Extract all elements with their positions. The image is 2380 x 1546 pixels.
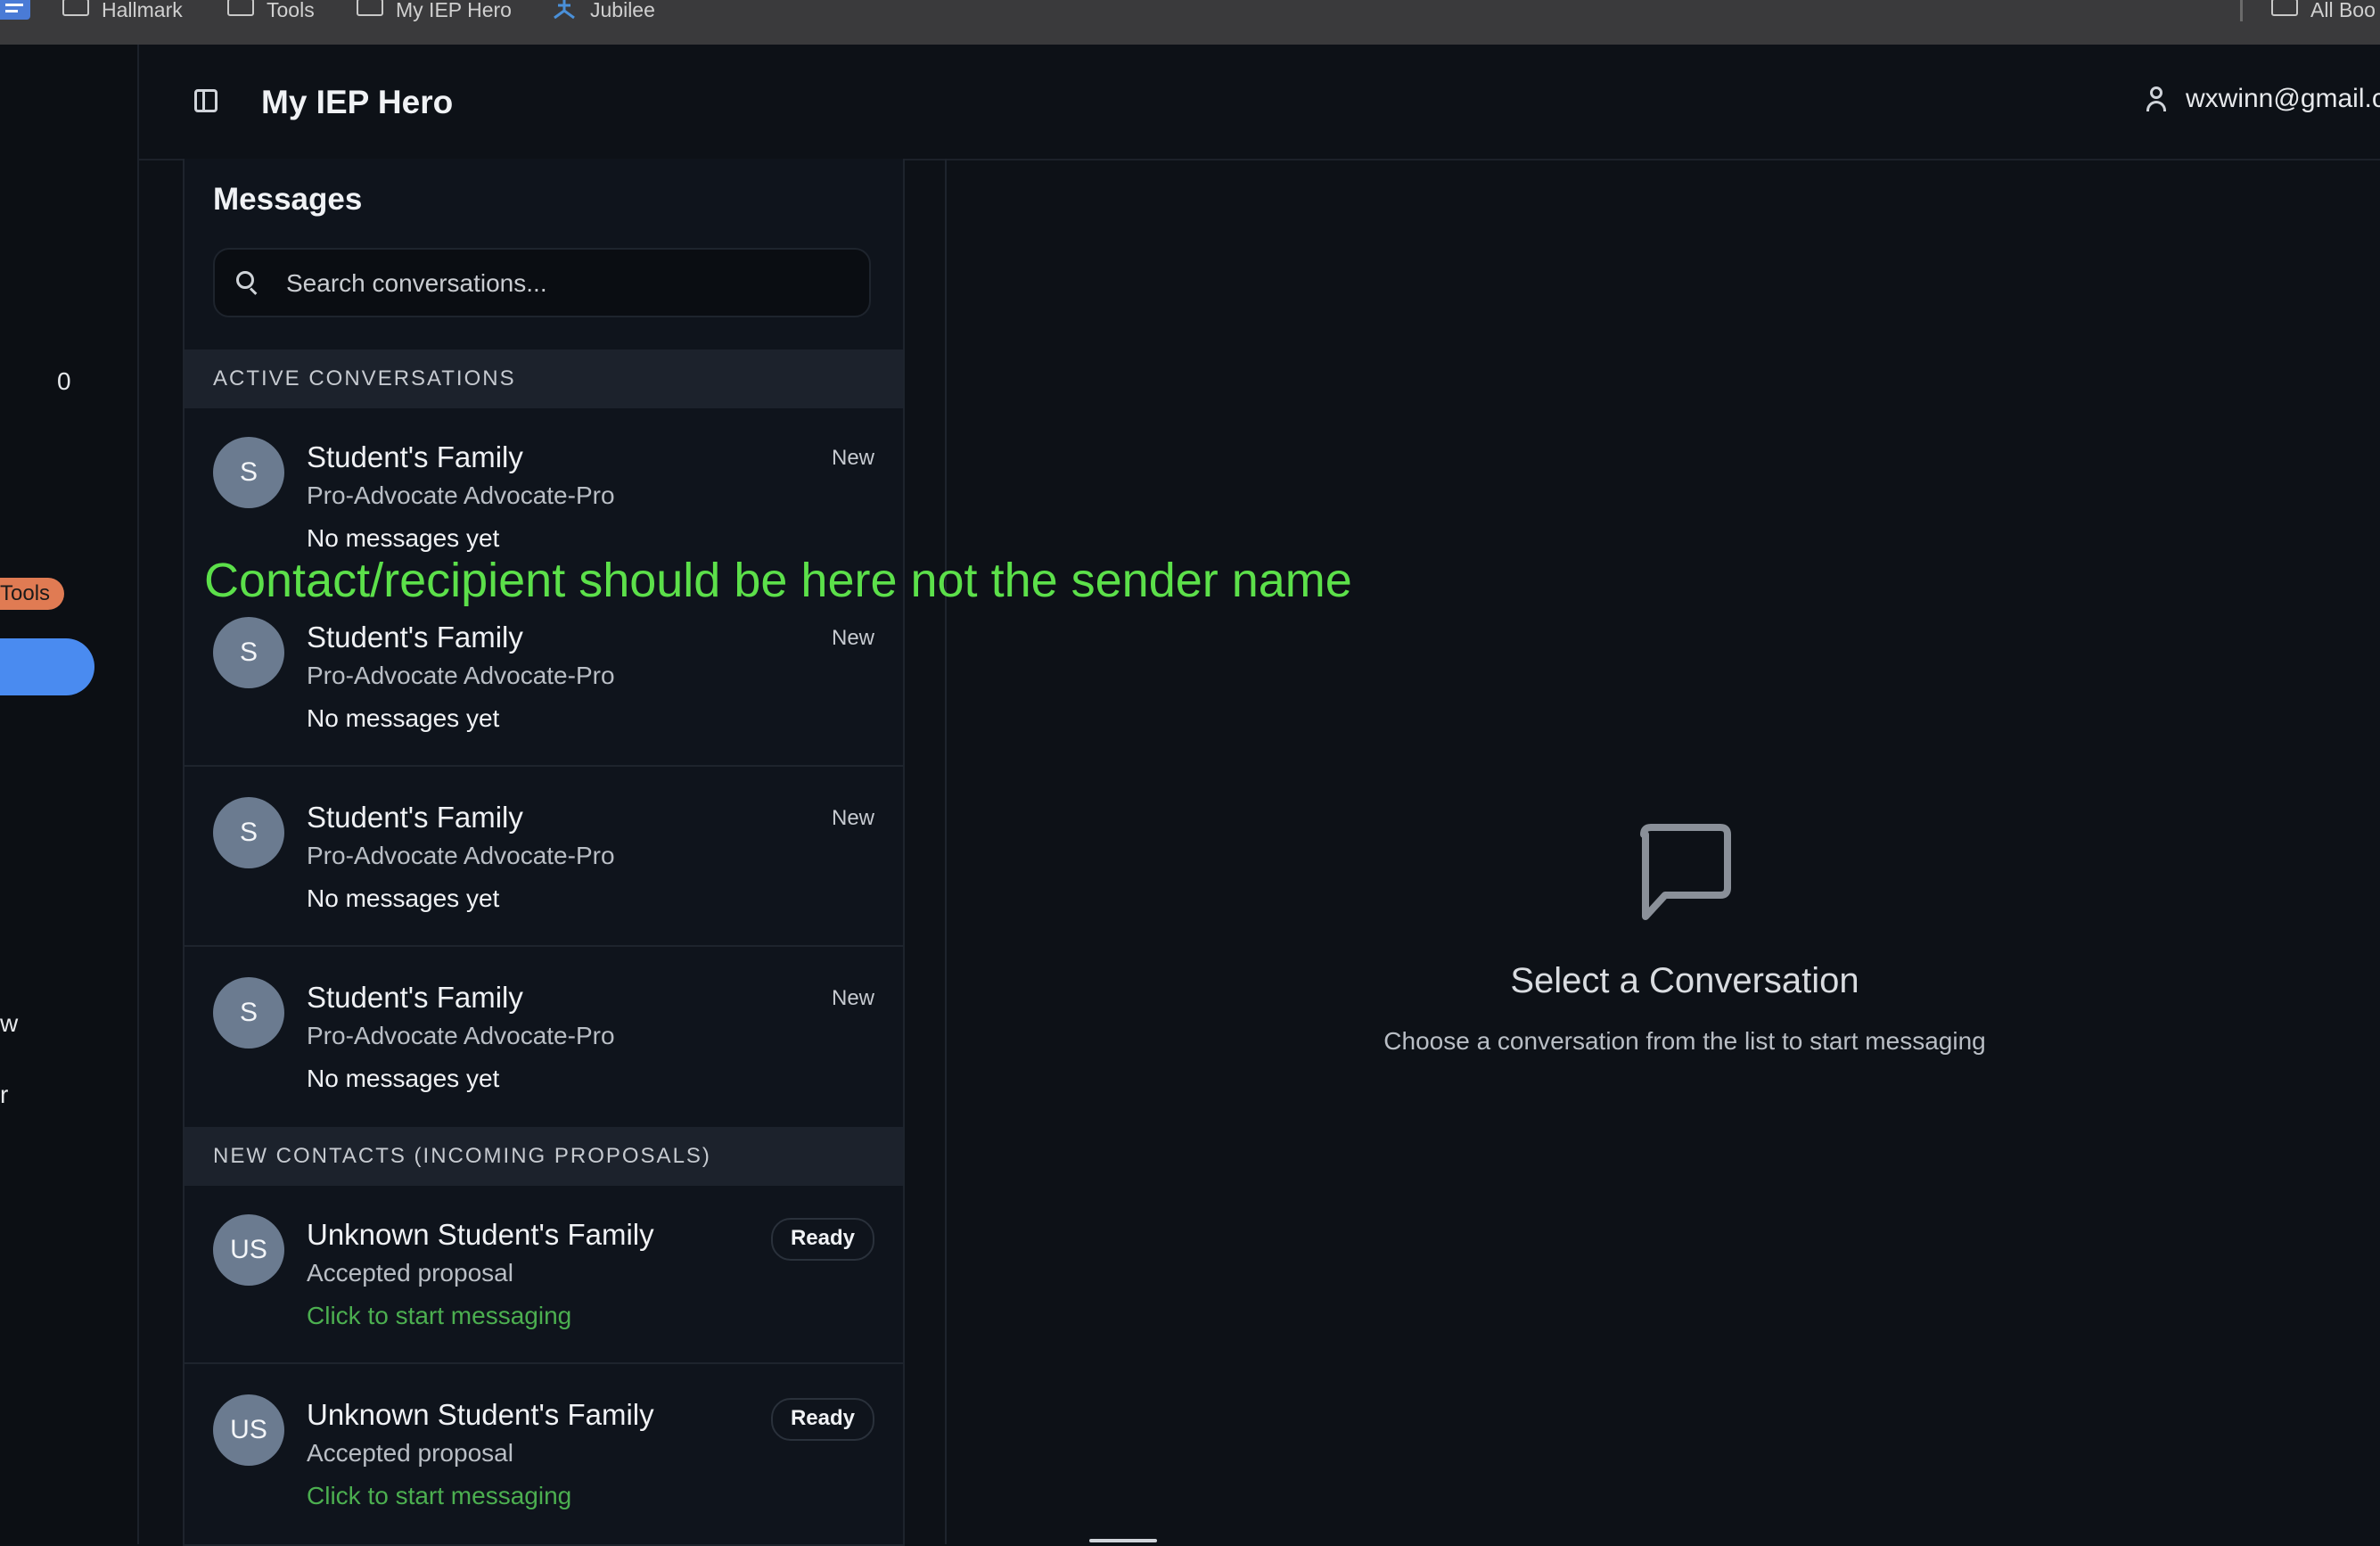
new-contact-item[interactable]: US Unknown Student's Family Accepted pro… <box>185 1366 903 1544</box>
search-input[interactable] <box>284 250 858 317</box>
sidebar-item-label[interactable]: w <box>0 1009 18 1038</box>
folder-icon <box>227 0 254 16</box>
sidebar-count: 0 <box>57 367 71 395</box>
bookmark-hallmark[interactable]: Hallmark <box>62 0 183 21</box>
conversation-preview: No messages yet <box>307 884 500 912</box>
conversation-name: Student's Family <box>307 621 523 654</box>
conversation-subtitle: Accepted proposal <box>307 1259 513 1287</box>
sidebar-active-item[interactable] <box>0 638 94 695</box>
conversation-subtitle: Pro-Advocate Advocate-Pro <box>307 481 615 509</box>
bookmark-jubilee[interactable]: Jubilee <box>551 0 655 21</box>
messages-panel: Messages ACTIVE CONVERSATIONS S Student'… <box>183 159 905 1546</box>
status-badge: Ready <box>770 1398 874 1441</box>
avatar: S <box>213 617 284 688</box>
user-email: wxwinn@gmail.c <box>2186 84 2380 113</box>
new-contact-item[interactable]: US Unknown Student's Family Accepted pro… <box>185 1186 903 1364</box>
scroll-indicator <box>1089 1539 1157 1542</box>
conversation-preview: No messages yet <box>307 524 500 552</box>
avatar: S <box>213 977 284 1048</box>
sidebar-item-label[interactable]: r <box>0 1081 8 1109</box>
bookmark-tools[interactable]: Tools <box>227 0 315 21</box>
conversation-name: Student's Family <box>307 981 523 1014</box>
status-label: New <box>831 446 874 470</box>
status-label: New <box>831 986 874 1010</box>
conversation-name: Student's Family <box>307 440 523 473</box>
bookmark-my-iep-hero[interactable]: My IEP Hero <box>357 0 512 21</box>
avatar: S <box>213 437 284 508</box>
panel-divider <box>945 159 947 1544</box>
empty-state-subtitle: Choose a conversation from the list to s… <box>1383 1027 1986 1055</box>
avatar: S <box>213 797 284 868</box>
folder-icon <box>62 0 89 16</box>
folder-icon <box>357 0 383 16</box>
bookmark-label: All Boo <box>2310 0 2376 21</box>
conversation-subtitle: Accepted proposal <box>307 1439 513 1467</box>
conversation-preview: No messages yet <box>307 704 500 732</box>
bookmark-label: Tools <box>267 0 315 21</box>
new-contacts-header: NEW CONTACTS (INCOMING PROPOSALS) <box>185 1127 903 1186</box>
conversation-subtitle: Pro-Advocate Advocate-Pro <box>307 1022 615 1049</box>
app-title: My IEP Hero <box>261 84 454 120</box>
sidebar-toggle-icon[interactable] <box>194 89 217 112</box>
start-messaging-link[interactable]: Click to start messaging <box>307 1302 571 1330</box>
bookmarks-bar: Hallmark Tools My IEP Hero Jubilee All B… <box>0 0 2380 45</box>
conversation-name: Unknown Student's Family <box>307 1218 654 1251</box>
start-messaging-link[interactable]: Click to start messaging <box>307 1482 571 1510</box>
conversation-item[interactable]: S Student's Family Pro-Advocate Advocate… <box>185 588 903 767</box>
search-box[interactable] <box>213 248 871 317</box>
conversation-preview: No messages yet <box>307 1065 500 1092</box>
conversation-item[interactable]: S Student's Family Pro-Advocate Advocate… <box>185 769 903 947</box>
app-logo-icon[interactable] <box>0 0 30 20</box>
bookmark-label: My IEP Hero <box>396 0 512 21</box>
conversation-name: Student's Family <box>307 801 523 834</box>
jubilee-logo-icon <box>554 0 575 20</box>
conversation-subtitle: Pro-Advocate Advocate-Pro <box>307 842 615 869</box>
status-label: New <box>831 806 874 830</box>
avatar: US <box>213 1214 284 1286</box>
bookmark-label: Jubilee <box>590 0 655 21</box>
messages-title: Messages <box>213 182 363 217</box>
status-label: New <box>831 626 874 650</box>
app-header: My IEP Hero wxwinn@gmail.c <box>139 45 2380 160</box>
bookmark-all-bookmarks[interactable]: All Boo <box>2271 0 2376 21</box>
conversation-name: Unknown Student's Family <box>307 1398 654 1431</box>
tools-badge[interactable]: Tools <box>0 578 65 610</box>
search-icon <box>236 271 258 295</box>
folder-icon <box>2271 0 2298 16</box>
bookmark-label: Hallmark <box>102 0 183 21</box>
conversation-subtitle: Pro-Advocate Advocate-Pro <box>307 662 615 689</box>
status-badge: Ready <box>770 1218 874 1261</box>
message-square-icon <box>1640 824 1731 920</box>
empty-state-title: Select a Conversation <box>1510 961 1859 1000</box>
avatar: US <box>213 1394 284 1466</box>
active-conversations-header: ACTIVE CONVERSATIONS <box>185 349 903 408</box>
user-menu[interactable]: wxwinn@gmail.c <box>2146 84 2380 114</box>
annotation-text: Contact/recipient should be here not the… <box>204 554 1352 607</box>
sidebar-rail: 0 Tools w r <box>0 45 139 1544</box>
conversation-item[interactable]: S Student's Family Pro-Advocate Advocate… <box>185 949 903 1127</box>
user-icon <box>2146 86 2166 111</box>
bookmarks-separator <box>2240 0 2243 21</box>
